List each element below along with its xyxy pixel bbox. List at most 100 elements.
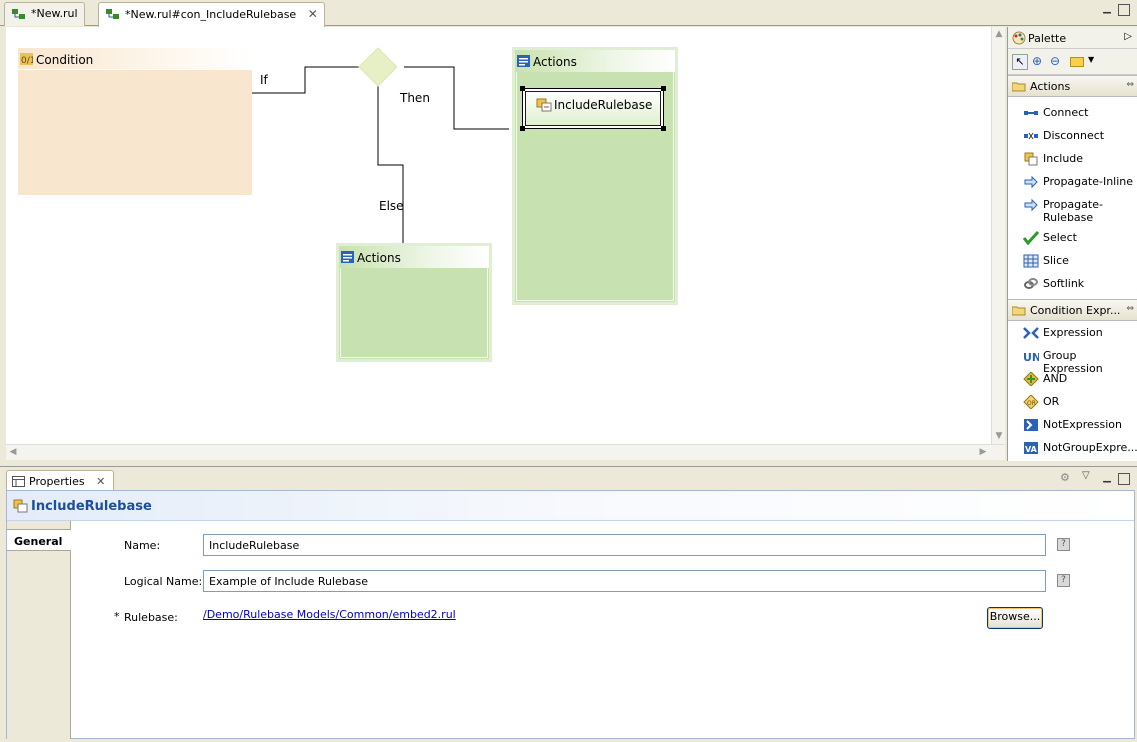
zoom-out-icon[interactable]: ⊖ [1050, 54, 1060, 68]
zoom-in-icon[interactable]: ⊕ [1032, 54, 1042, 68]
else-actions-title: Actions [357, 251, 401, 265]
and-icon [1023, 372, 1039, 386]
horizontal-scrollbar[interactable]: ◀ ▶ [6, 444, 1005, 460]
include-icon [13, 499, 28, 513]
maximize-icon[interactable] [1118, 473, 1130, 485]
grid-icon [1023, 254, 1039, 268]
then-actions-title: Actions [533, 55, 577, 69]
resize-handle[interactable] [520, 126, 525, 131]
rulebase-link[interactable]: /Demo/Rulebase Models/Common/embed2.rul [203, 608, 456, 621]
required-marker: * [114, 610, 120, 623]
condition-title: Condition [36, 53, 94, 67]
palette-header[interactable]: Palette ▷ [1008, 27, 1137, 49]
palette-item-disconnect[interactable]: Disconnect [1008, 129, 1137, 142]
not-expression-icon [1024, 419, 1038, 431]
actions-icon [341, 251, 354, 263]
palette-drawer-actions[interactable]: Actions ⇔ [1008, 75, 1137, 97]
svg-text:OR: OR [1027, 400, 1036, 407]
properties-title: IncludeRulebase [31, 499, 152, 514]
diagram-canvas[interactable]: If Then Else 0/1 Condition Actions Inclu… [6, 27, 991, 444]
scroll-right-icon[interactable]: ▶ [976, 445, 990, 459]
vertical-scrollbar[interactable]: ▲ ▼ [991, 27, 1005, 444]
tab-properties[interactable]: Properties ✕ [6, 470, 115, 491]
palette-collapse-icon[interactable]: ▷ [1124, 31, 1132, 42]
or-icon: OR [1023, 395, 1039, 409]
palette-item-not-expression[interactable]: NotExpression [1008, 418, 1137, 431]
help-icon[interactable]: ? [1057, 538, 1070, 551]
folder-open-icon [1012, 82, 1026, 92]
then-actions-node[interactable]: Actions [512, 47, 678, 305]
resize-handle[interactable] [661, 86, 666, 91]
tab-label: Properties [29, 475, 85, 488]
palette-item-or[interactable]: OR OR [1008, 395, 1137, 409]
link-icon [1024, 278, 1038, 289]
note-icon[interactable] [1070, 57, 1084, 67]
disconnect-icon [1024, 132, 1038, 140]
condition-icon: 0/1 [20, 53, 33, 65]
view-menu-icon[interactable]: ▽ [1082, 470, 1090, 481]
svg-text:UN: UN [1023, 351, 1039, 363]
not-group-expression-icon: VA [1024, 442, 1038, 454]
palette-item-not-group-expression[interactable]: VA NotGroupExpre... [1008, 441, 1137, 454]
drawer-pin-icon[interactable]: ⇔ [1126, 304, 1134, 314]
logical-name-label: Logical Name: [124, 575, 203, 588]
scroll-up-icon[interactable]: ▲ [992, 27, 1006, 41]
propagate-icon [1024, 175, 1038, 189]
pin-view-icon[interactable]: ⚙ [1060, 471, 1070, 484]
palette-icon [1012, 31, 1026, 45]
scroll-left-icon[interactable]: ◀ [6, 445, 20, 459]
include-node-label: IncludeRulebase [554, 98, 653, 112]
properties-panel: IncludeRulebase General Name: ? Logical … [6, 490, 1135, 739]
resize-handle[interactable] [520, 86, 525, 91]
palette-panel: Palette ▷ ↖ ⊕ ⊖ ▼ Actions ⇔ Connect Disc… [1007, 27, 1137, 461]
properties-icon [12, 476, 25, 487]
palette-item-propagate-rulebase[interactable]: Propagate-Rulebase [1008, 198, 1137, 224]
properties-tab-bar: Properties ✕ ⚙ ▽ ▁ [0, 466, 1137, 491]
minimize-icon[interactable]: ▁ [1101, 473, 1113, 485]
tab-include-rulebase[interactable]: *New.rul#con_IncludeRulebase ✕ [98, 2, 325, 27]
rulebase-label: Rulebase: [124, 611, 178, 624]
palette-toolbar: ↖ ⊕ ⊖ ▼ [1008, 49, 1137, 75]
then-actions-header: Actions [515, 50, 675, 72]
tab-label: *New.rul#con_IncludeRulebase [125, 8, 297, 21]
palette-item-propagate-inline[interactable]: Propagate-Inline [1008, 175, 1137, 189]
if-label: If [260, 73, 268, 87]
palette-item-softlink[interactable]: Softlink [1008, 277, 1137, 290]
tab-general[interactable]: General [7, 529, 71, 551]
resize-handle[interactable] [661, 126, 666, 131]
close-icon[interactable]: ✕ [308, 7, 318, 21]
palette-item-select[interactable]: Select [1008, 231, 1137, 245]
scroll-down-icon[interactable]: ▼ [992, 429, 1006, 443]
else-actions-header: Actions [339, 246, 489, 268]
svg-text:0/1: 0/1 [21, 56, 33, 65]
close-icon[interactable]: ✕ [96, 475, 105, 488]
name-field[interactable] [203, 534, 1046, 556]
else-actions-node[interactable]: Actions [336, 243, 492, 362]
maximize-icon[interactable] [1118, 4, 1130, 16]
palette-drawer-condition-expressions[interactable]: Condition Expr... ⇔ [1008, 299, 1137, 321]
drawer-pin-icon[interactable]: ⇔ [1126, 80, 1134, 90]
else-label: Else [379, 199, 404, 213]
then-label: Then [400, 91, 430, 105]
palette-item-slice[interactable]: Slice [1008, 254, 1137, 268]
select-arrow-icon[interactable]: ↖ [1012, 54, 1028, 70]
drawer-label: Actions [1030, 80, 1071, 93]
rule-file-icon [106, 9, 119, 19]
logical-name-field[interactable] [203, 570, 1046, 592]
browse-button[interactable]: Browse... [987, 607, 1043, 629]
palette-item-expression[interactable]: Expression [1008, 326, 1137, 339]
decision-diamond[interactable] [358, 47, 398, 87]
palette-item-and[interactable]: AND [1008, 372, 1137, 386]
include-icon [1024, 152, 1038, 166]
palette-item-include[interactable]: Include [1008, 152, 1137, 166]
help-icon[interactable]: ? [1057, 574, 1070, 587]
include-rulebase-node[interactable]: IncludeRulebase [520, 86, 666, 131]
palette-item-connect[interactable]: Connect [1008, 106, 1137, 119]
drawer-label: Condition Expr... [1030, 304, 1121, 317]
condition-node[interactable]: 0/1 Condition [18, 48, 252, 195]
condition-header: 0/1 Condition [18, 48, 252, 70]
tab-new-rul[interactable]: *New.rul [4, 2, 85, 26]
minimize-icon[interactable]: ▁ [1101, 4, 1113, 16]
rule-file-icon [12, 9, 25, 19]
dropdown-icon[interactable]: ▼ [1088, 55, 1094, 64]
